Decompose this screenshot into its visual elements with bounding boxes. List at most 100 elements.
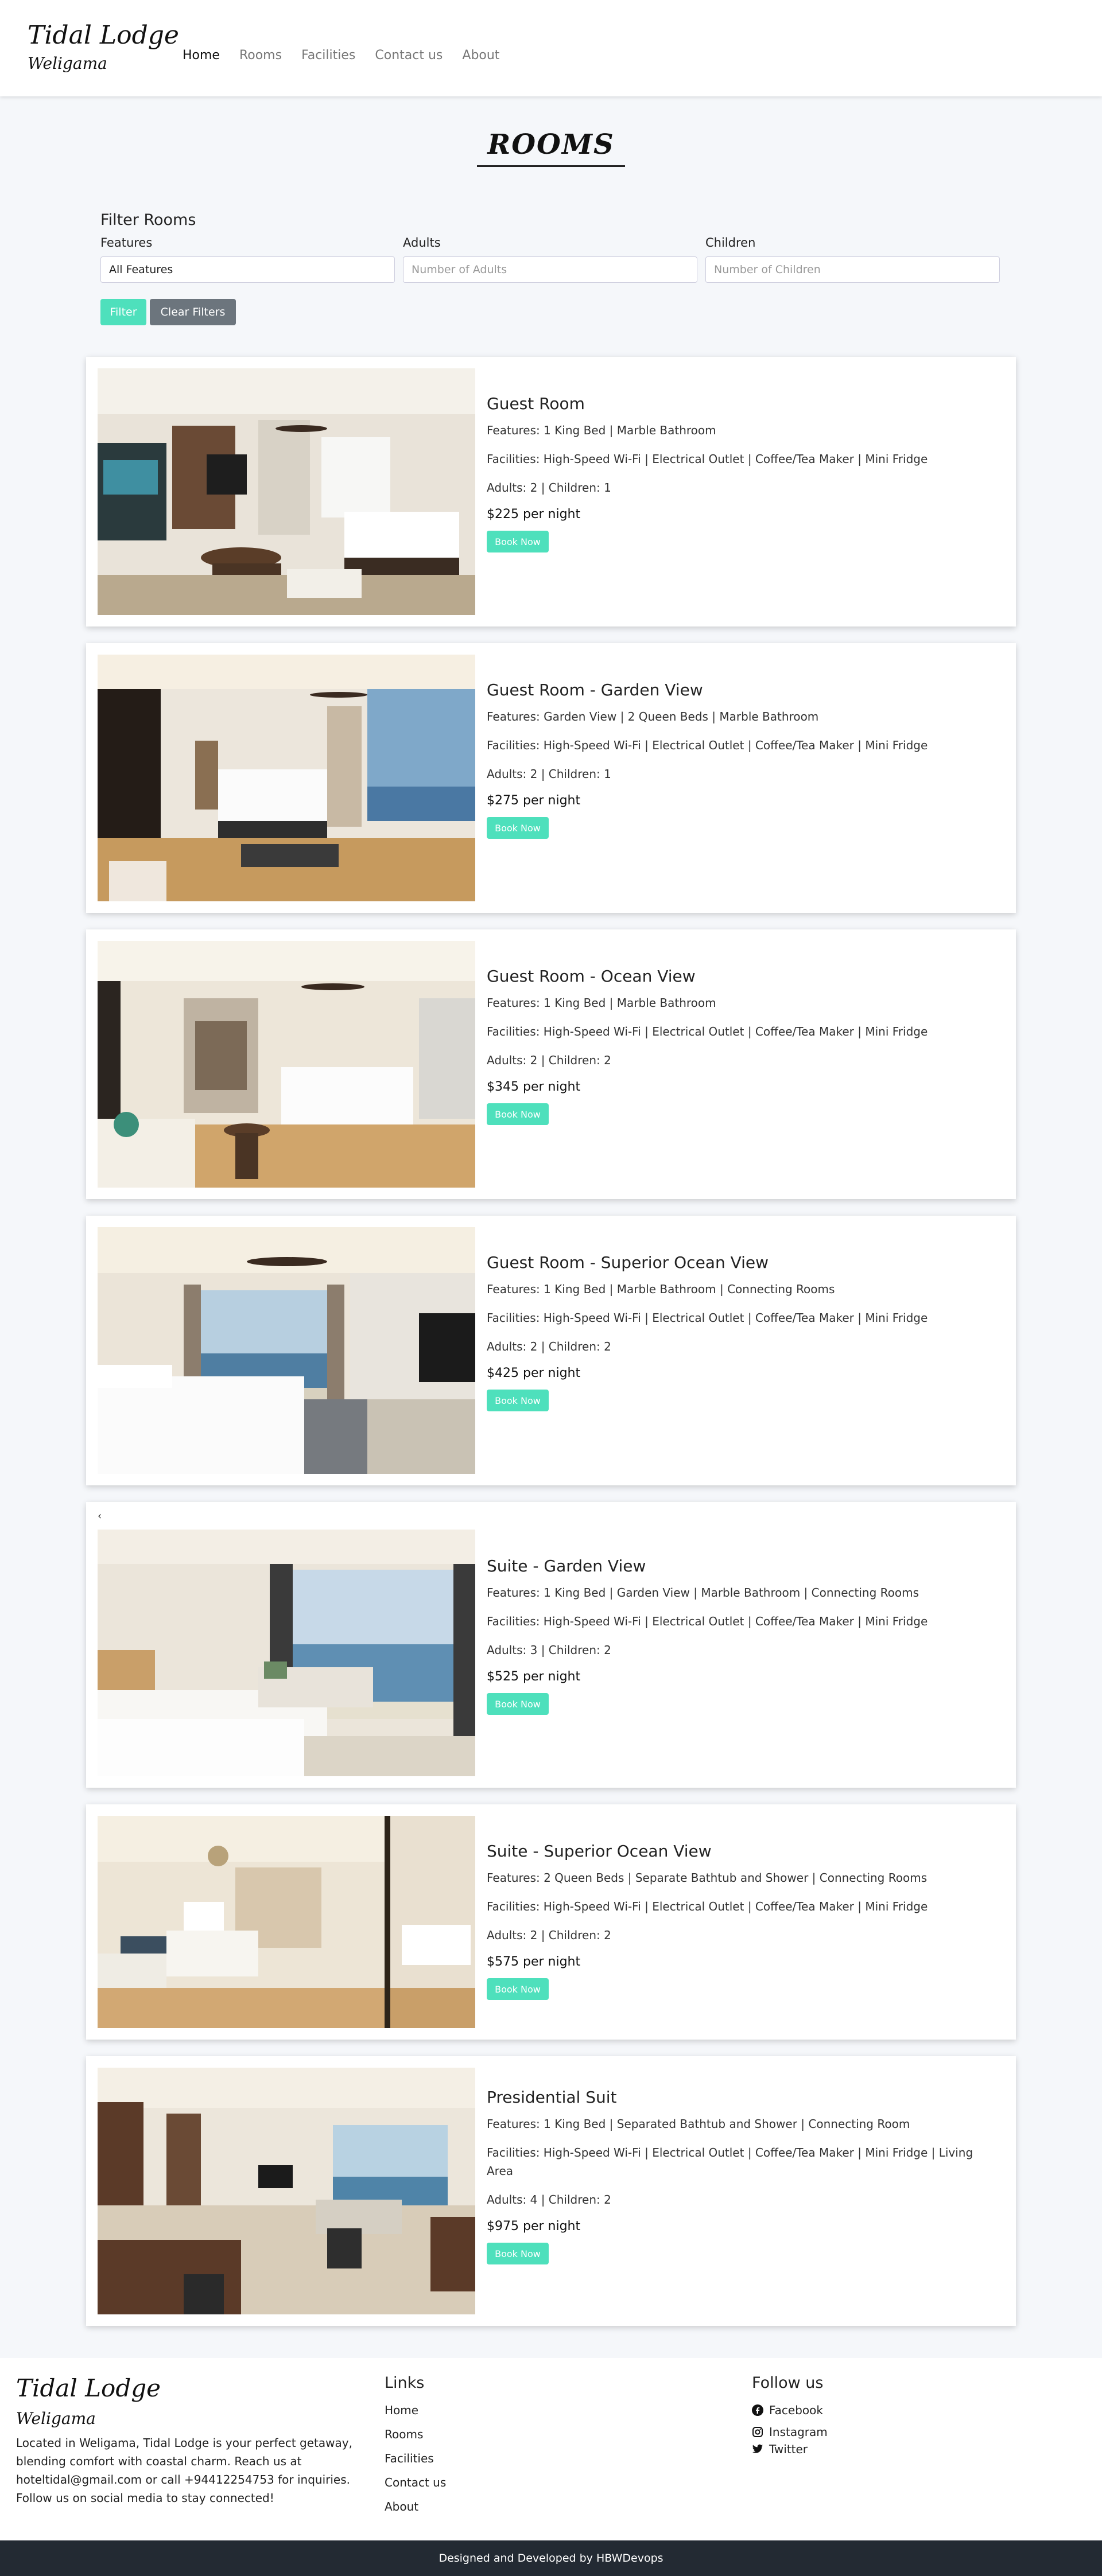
features-field-group: Features All Features	[100, 236, 395, 283]
adults-label: Adults	[403, 236, 441, 250]
children-field-group: Children	[705, 236, 1000, 283]
children-label: Children	[705, 236, 756, 250]
room-details: Guest Room Features: 1 King Bed | Marble…	[487, 394, 992, 552]
room-price: $225 per night	[487, 507, 581, 522]
book-now-button[interactable]: Book Now	[487, 1390, 549, 1411]
main-nav: Home Rooms Facilities Contact us About	[183, 48, 519, 63]
room-name: Guest Room	[487, 394, 585, 413]
footer-description: Located in Weligama, Tidal Lodge is your…	[16, 2436, 352, 2505]
instagram-icon	[752, 2427, 763, 2437]
social-label: Facebook	[769, 2403, 823, 2417]
filter-panel: Filter Rooms Features All Features Adult…	[100, 211, 1002, 325]
clear-filters-button[interactable]: Clear Filters	[150, 299, 236, 325]
footer-credit-bar: Designed and Developed by HBWDevops	[0, 2540, 1102, 2576]
room-price: $575 per night	[487, 1955, 581, 1969]
room-details: Guest Room - Superior Ocean View Feature…	[487, 1253, 992, 1411]
book-now-button[interactable]: Book Now	[487, 1978, 549, 2000]
book-now-button[interactable]: Book Now	[487, 1693, 549, 1715]
room-features: Features: 1 King Bed | Marble Bathroom	[487, 423, 716, 437]
room-facilities: Facilities: High-Speed Wi-Fi | Electrica…	[487, 1614, 928, 1628]
room-facilities: Facilities: High-Speed Wi-Fi | Electrica…	[487, 1900, 928, 1913]
adults-input[interactable]	[403, 256, 697, 283]
room-features: Features: 1 King Bed | Separated Bathtub…	[487, 2117, 910, 2131]
room-name: Suite - Superior Ocean View	[487, 1842, 712, 1861]
logo-title: Tidal Lodge	[28, 21, 179, 50]
footer-link-contact[interactable]: Contact us	[385, 2476, 446, 2489]
room-photo	[98, 368, 475, 615]
social-link-instagram[interactable]: Instagram	[752, 2425, 828, 2439]
room-details: Presidential Suit Features: 1 King Bed |…	[487, 2088, 992, 2264]
social-link-twitter[interactable]: Twitter	[752, 2442, 828, 2456]
page-title: ROOMS	[477, 129, 625, 167]
room-occupancy: Adults: 2 | Children: 2	[487, 1340, 611, 1353]
room-occupancy: Adults: 2 | Children: 2	[487, 1053, 611, 1067]
room-card: Guest Room - Garden View Features: Garde…	[86, 643, 1016, 913]
features-label: Features	[100, 236, 153, 250]
book-now-button[interactable]: Book Now	[487, 531, 549, 552]
footer-links-heading: Links	[385, 2374, 425, 2392]
features-select-value: All Features	[109, 263, 173, 276]
room-photo	[98, 1530, 475, 1776]
room-price: $345 per night	[487, 1080, 581, 1094]
social-label: Twitter	[769, 2442, 808, 2456]
twitter-icon	[752, 2444, 763, 2453]
room-occupancy: Adults: 2 | Children: 2	[487, 1928, 611, 1942]
room-name: Suite - Garden View	[487, 1557, 646, 1575]
book-now-button[interactable]: Book Now	[487, 817, 549, 839]
nav-facilities[interactable]: Facilities	[301, 48, 355, 63]
room-occupancy: Adults: 2 | Children: 1	[487, 767, 611, 781]
room-card: Presidential Suit Features: 1 King Bed |…	[86, 2056, 1016, 2326]
room-card: Guest Room - Superior Ocean View Feature…	[86, 1216, 1016, 1485]
features-select[interactable]: All Features	[100, 256, 395, 283]
footer-links: Links Home Rooms Facilities Contact us A…	[385, 2374, 446, 2524]
room-details: Guest Room - Ocean View Features: 1 King…	[487, 967, 992, 1125]
room-features: Features: 1 King Bed | Garden View | Mar…	[487, 1586, 919, 1600]
filter-button[interactable]: Filter	[100, 299, 146, 325]
room-price: $425 per night	[487, 1366, 581, 1380]
nav-contact[interactable]: Contact us	[375, 48, 443, 63]
room-details: Suite - Superior Ocean View Features: 2 …	[487, 1842, 992, 2000]
room-photo	[98, 2068, 475, 2314]
social-link-facebook[interactable]: Facebook	[752, 2403, 828, 2417]
room-price: $975 per night	[487, 2219, 581, 2233]
footer-social: Follow us Facebook Instagram Twitter	[752, 2374, 828, 2464]
footer-link-rooms[interactable]: Rooms	[385, 2427, 446, 2441]
filter-title: Filter Rooms	[100, 211, 196, 229]
book-now-button[interactable]: Book Now	[487, 1103, 549, 1125]
footer-follow-heading: Follow us	[752, 2374, 824, 2392]
room-facilities: Facilities: High-Speed Wi-Fi | Electrica…	[487, 2146, 973, 2178]
room-features: Features: 1 King Bed | Marble Bathroom |…	[487, 1282, 835, 1296]
room-price: $275 per night	[487, 793, 581, 808]
room-features: Features: 2 Queen Beds | Separate Bathtu…	[487, 1871, 928, 1885]
nav-home[interactable]: Home	[183, 48, 220, 63]
room-price: $525 per night	[487, 1670, 581, 1684]
room-card: ‹ Suite - Garden View Features: 1 King B…	[86, 1502, 1016, 1788]
room-card: Guest Room Features: 1 King Bed | Marble…	[86, 357, 1016, 627]
room-card: Guest Room - Ocean View Features: 1 King…	[86, 929, 1016, 1199]
site-footer: Tidal Lodge Weligama Located in Weligama…	[0, 2358, 1102, 2540]
room-features: Features: 1 King Bed | Marble Bathroom	[487, 996, 716, 1010]
room-occupancy: Adults: 4 | Children: 2	[487, 2193, 611, 2207]
footer-link-facilities[interactable]: Facilities	[385, 2452, 446, 2465]
logo-subtitle: Weligama	[28, 54, 107, 73]
adults-field-group: Adults	[403, 236, 697, 283]
room-details: Guest Room - Garden View Features: Garde…	[487, 680, 992, 839]
room-photo	[98, 655, 475, 901]
room-occupancy: Adults: 2 | Children: 1	[487, 481, 611, 495]
nav-rooms[interactable]: Rooms	[239, 48, 282, 63]
room-name: Guest Room - Ocean View	[487, 967, 696, 986]
nav-about[interactable]: About	[462, 48, 499, 63]
site-logo[interactable]: Tidal Lodge Weligama	[28, 21, 179, 73]
filter-fields: Features All Features Adults Children	[100, 236, 1002, 283]
footer-link-home[interactable]: Home	[385, 2403, 446, 2417]
room-photo	[98, 1227, 475, 1474]
filter-buttons: Filter Clear Filters	[100, 299, 1002, 325]
book-now-button[interactable]: Book Now	[487, 2243, 549, 2264]
footer-about: Tidal Lodge Weligama Located in Weligama…	[16, 2374, 366, 2507]
children-input[interactable]	[705, 256, 1000, 283]
room-photo	[98, 941, 475, 1188]
room-facilities: Facilities: High-Speed Wi-Fi | Electrica…	[487, 452, 928, 466]
footer-logo-subtitle: Weligama	[16, 2409, 96, 2428]
room-name: Guest Room - Garden View	[487, 680, 703, 699]
footer-link-about[interactable]: About	[385, 2500, 446, 2513]
